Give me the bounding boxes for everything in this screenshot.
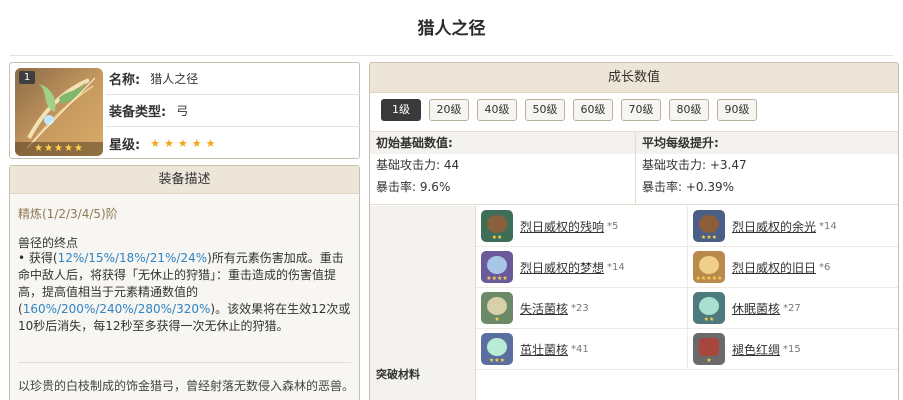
- material-item[interactable]: ★ 褪色红绸 *15: [688, 329, 898, 370]
- material-item[interactable]: ★★ 烈日威权的残响 *5: [476, 206, 688, 247]
- level-tab-60[interactable]: 60级: [573, 99, 613, 121]
- base-stats-title: 初始基础数值:: [370, 132, 635, 154]
- type-row: 装备类型: 弓: [106, 95, 360, 127]
- material-count: *41: [571, 343, 589, 355]
- type-label: 装备类型:: [109, 105, 167, 120]
- level-tab-1[interactable]: 1级: [381, 99, 421, 121]
- stars-label: 星级:: [109, 137, 141, 153]
- relic-echo-icon: ★★: [481, 210, 513, 242]
- material-item[interactable]: ★★★ 烈日威权的余光 *14: [688, 206, 898, 247]
- avg-atk: 基础攻击力: +3.47: [642, 158, 747, 172]
- level-tab-80[interactable]: 80级: [669, 99, 709, 121]
- avg-stats-title: 平均每级提升:: [636, 132, 898, 154]
- relic-dream-icon: ★★★★: [481, 251, 513, 283]
- material-name[interactable]: 烈日威权的旧日: [732, 259, 816, 276]
- passive-description: • 获得(12%/15%/18%/21%/24%)所有元素伤害加成。重击命中敌人…: [18, 250, 353, 335]
- material-item[interactable]: ★★ 休眠菌核 *27: [688, 288, 898, 329]
- material-item[interactable]: ★ 失活菌核 *23: [476, 288, 688, 329]
- star-rating: ★★★★★: [150, 136, 220, 150]
- avg-stats: 平均每级提升: 基础攻击力: +3.47 暴击率: +0.39%: [635, 132, 898, 204]
- base-stats: 初始基础数值: 基础攻击力: 44 暴击率: 9.6%: [370, 132, 635, 204]
- inactive-sclerotium-icon: ★: [481, 292, 513, 324]
- description-divider: [18, 362, 351, 363]
- weapon-info-rows: 名称: 猎人之径 装备类型: 弓 星级: ★★★★★: [106, 63, 360, 159]
- material-name[interactable]: 烈日威权的残响: [520, 218, 604, 235]
- materials-section: 突破材料 ★★ 烈日威权的残响 *5 ★★★ 烈日威权的余光 *14 ★★★★ 烈日…: [370, 206, 898, 400]
- thumb-stars: ★★★★★: [15, 142, 103, 156]
- material-item[interactable]: ★★★ 茁壮菌核 *41: [476, 329, 688, 370]
- page-title: 猎人之径: [417, 19, 486, 39]
- material-name[interactable]: 休眠菌核: [732, 300, 780, 317]
- faded-red-satin-icon: ★: [693, 333, 725, 365]
- level-tab-50[interactable]: 50级: [525, 99, 565, 121]
- passive-value-2: 160%/200%/240%/280%/320%: [22, 302, 211, 316]
- relic-past-icon: ★★★★★: [693, 251, 725, 283]
- rarity-row: 星级: ★★★★★: [106, 127, 360, 159]
- material-count: *5: [607, 220, 619, 232]
- stat-grid: 初始基础数值: 基础攻击力: 44 暴击率: 9.6% 平均每级提升: 基础攻击…: [370, 131, 898, 205]
- flavor-text: 以珍贵的白枝制成的饰金猎弓，曾经射落无数侵入森林的恶兽。: [18, 379, 355, 393]
- relic-afterglow-icon: ★★★: [693, 210, 725, 242]
- level-tab-20[interactable]: 20级: [429, 99, 469, 121]
- title-divider: [10, 55, 893, 56]
- material-count: *15: [783, 343, 801, 355]
- material-name[interactable]: 失活菌核: [520, 300, 568, 317]
- material-item[interactable]: ★★★★ 烈日威权的梦想 *14: [476, 247, 688, 288]
- base-crit: 暴击率: 9.6%: [376, 180, 451, 194]
- robust-sclerotium-icon: ★★★: [481, 333, 513, 365]
- material-name[interactable]: 褪色红绸: [732, 341, 780, 358]
- description-header: 装备描述: [10, 166, 359, 194]
- avg-crit: 暴击率: +0.39%: [642, 180, 735, 194]
- level-tab-40[interactable]: 40级: [477, 99, 517, 121]
- passive-value-1: 12%/15%/18%/21%/24%: [57, 251, 208, 265]
- material-count: *27: [783, 302, 801, 314]
- refine-levels: 精炼(1/2/3/4/5)阶: [18, 207, 118, 221]
- growth-header: 成长数值: [370, 63, 898, 93]
- material-name[interactable]: 茁壮菌核: [520, 341, 568, 358]
- name-row: 名称: 猎人之径: [106, 63, 360, 95]
- material-name[interactable]: 烈日威权的梦想: [520, 259, 604, 276]
- description-panel: 装备描述 精炼(1/2/3/4/5)阶 兽径的终点 • 获得(12%/15%/1…: [9, 165, 360, 400]
- dormant-sclerotium-icon: ★★: [693, 292, 725, 324]
- name-label: 名称:: [109, 73, 141, 88]
- level-tabs: 1级 20级 40级 50级 60级 70级 80级 90级: [381, 99, 765, 121]
- weapon-image: 1 ★★★★★: [15, 68, 103, 156]
- growth-panel: 成长数值 1级 20级 40级 50级 60级 70级 80级 90级 初始基础…: [369, 62, 899, 400]
- material-count: *6: [819, 261, 831, 273]
- weapon-info-card: 1 ★★★★★ 名称: 猎人之径 装备类型: 弓 星级: ★★★★★: [9, 62, 360, 159]
- material-count: *23: [571, 302, 589, 314]
- material-item[interactable]: ★★★★★ 烈日威权的旧日 *6: [688, 247, 898, 288]
- level-tab-70[interactable]: 70级: [621, 99, 661, 121]
- level-tab-90[interactable]: 90级: [717, 99, 757, 121]
- passive-text-1: • 获得(: [18, 251, 58, 265]
- weapon-name: 猎人之径: [150, 72, 199, 86]
- materials-label: 突破材料: [370, 206, 476, 400]
- rarity-badge: 1: [19, 71, 35, 84]
- material-name[interactable]: 烈日威权的余光: [732, 218, 816, 235]
- weapon-type: 弓: [176, 104, 189, 118]
- materials-grid: ★★ 烈日威权的残响 *5 ★★★ 烈日威权的余光 *14 ★★★★ 烈日威权的梦想…: [476, 206, 898, 400]
- base-atk: 基础攻击力: 44: [376, 158, 460, 172]
- material-count: *14: [819, 220, 837, 232]
- material-count: *14: [607, 261, 625, 273]
- passive-name: 兽径的终点: [18, 236, 79, 250]
